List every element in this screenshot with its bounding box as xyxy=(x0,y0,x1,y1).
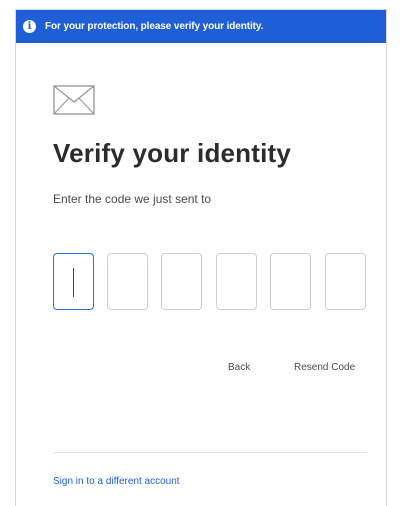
code-digit-input-2[interactable] xyxy=(107,253,148,310)
code-digit-input-4[interactable] xyxy=(216,253,257,310)
back-button[interactable]: Back xyxy=(228,362,250,373)
code-digit-input-6[interactable] xyxy=(325,253,366,310)
divider xyxy=(53,452,367,453)
text-caret xyxy=(73,268,74,297)
code-actions: Back Resend Code xyxy=(16,362,386,378)
resend-code-button[interactable]: Resend Code xyxy=(294,362,355,373)
code-digit-input-3[interactable] xyxy=(161,253,202,310)
protection-banner: i For your protection, please verify you… xyxy=(16,10,386,43)
banner-text: For your protection, please verify your … xyxy=(45,21,264,32)
verify-identity-panel: i For your protection, please verify you… xyxy=(15,9,387,506)
envelope-icon xyxy=(53,85,95,115)
instruction-text: Enter the code we just sent to xyxy=(53,192,212,206)
code-digit-input-5[interactable] xyxy=(270,253,311,310)
info-icon: i xyxy=(23,20,36,33)
code-digit-input-1[interactable] xyxy=(53,253,94,310)
verification-code-inputs xyxy=(53,253,367,310)
sign-in-different-account-link[interactable]: Sign in to a different account xyxy=(53,476,180,487)
page-title: Verify your identity xyxy=(53,138,292,168)
